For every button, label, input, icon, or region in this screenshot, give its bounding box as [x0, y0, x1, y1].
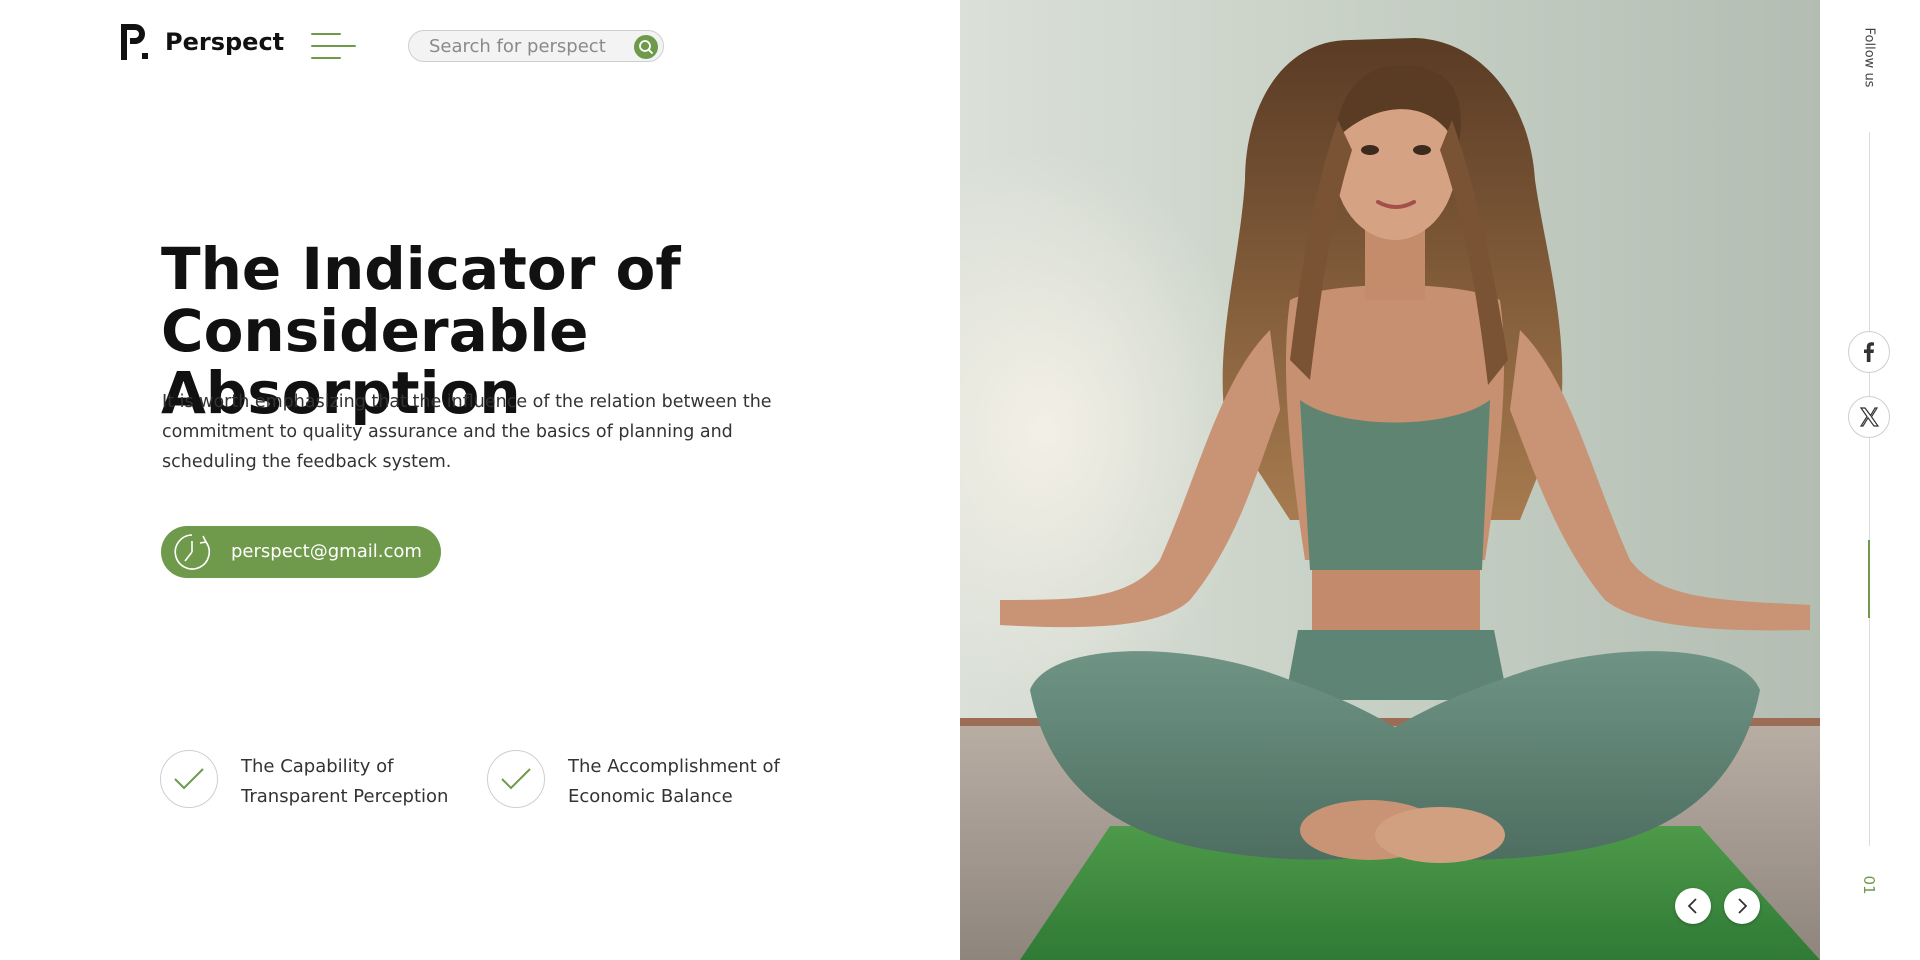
facebook-icon[interactable]	[1848, 331, 1890, 373]
slide-number: 01	[1856, 875, 1882, 896]
x-twitter-icon[interactable]	[1848, 396, 1890, 438]
hero-description: It is worth emphasizing that the influen…	[162, 392, 772, 472]
checkmark-icon	[487, 750, 545, 808]
hero-photo	[960, 0, 1820, 960]
progress-track	[1869, 132, 1870, 846]
follow-us-label: Follow us	[1858, 26, 1880, 96]
hero-title-line1: The Indicator of	[161, 235, 681, 303]
slide-number-text: 01	[1860, 875, 1878, 895]
feature-item: The Capability of Transparent Perception	[160, 750, 448, 812]
progress-indicator	[1868, 540, 1870, 618]
brand-name: Perspect	[165, 28, 285, 56]
email-button-label: perspect@gmail.com	[231, 541, 422, 562]
search-bar	[408, 30, 664, 62]
feature-line2: Economic Balance	[568, 786, 733, 807]
chevron-right-icon[interactable]	[1724, 888, 1760, 924]
search-input[interactable]	[429, 31, 629, 61]
feature-line1: The Accomplishment of	[568, 756, 780, 777]
clock-icon	[173, 533, 211, 571]
feature-line1: The Capability of	[241, 756, 394, 777]
checkmark-icon	[160, 750, 218, 808]
search-icon[interactable]	[634, 35, 658, 59]
logo[interactable]: Perspect	[121, 24, 284, 60]
chevron-left-icon[interactable]	[1675, 888, 1711, 924]
follow-us-text: Follow us	[1861, 27, 1877, 88]
feature-item: The Accomplishment of Economic Balance	[487, 750, 780, 812]
email-button[interactable]: perspect@gmail.com	[161, 526, 441, 578]
logo-mark-icon	[121, 24, 151, 60]
feature-line2: Transparent Perception	[241, 786, 449, 807]
hamburger-menu-icon[interactable]	[311, 31, 356, 61]
